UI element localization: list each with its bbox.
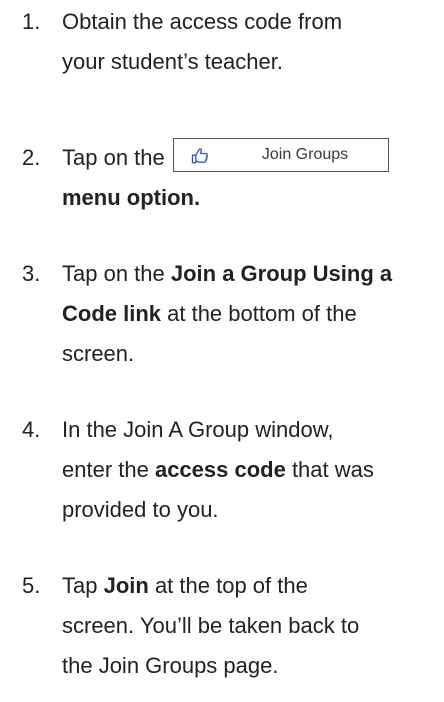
- step-text: In the Join A Group window, enter the ac…: [62, 410, 442, 530]
- step-text: Tap on the Join a Group Using a Code lin…: [62, 254, 442, 374]
- step-number: 2.: [22, 145, 41, 170]
- step-line: Obtain the access code from: [62, 9, 343, 34]
- step-text: Tap Join at the top of the screen. You’l…: [62, 566, 442, 686]
- step-bold-text: menu option.: [62, 185, 201, 210]
- step-text-span: that was: [285, 457, 374, 482]
- step-text: Obtain the access code from your student…: [62, 2, 442, 82]
- step-line: provided to you.: [62, 497, 219, 522]
- step-text-span: Tap: [62, 573, 104, 598]
- step-bold-text: Code link: [62, 301, 162, 326]
- step-line: your student’s teacher.: [62, 49, 283, 74]
- step-number: 5.: [22, 573, 41, 598]
- pointing-hand-icon: [191, 148, 208, 164]
- step-line: the Join Groups page.: [62, 653, 279, 678]
- step-line: In the Join A Group window,: [62, 417, 334, 442]
- step-line: Tap on the Join Groups: [62, 138, 442, 178]
- step-text: Tap on the Join Groups menu option.: [62, 138, 442, 218]
- step-text-span: at the bottom of the: [161, 301, 357, 326]
- step-line: menu option.: [62, 178, 442, 218]
- step-line: Tap on the Join a Group Using a: [62, 254, 442, 294]
- step-line: enter the access code that was: [62, 450, 442, 490]
- step-text-span: Tap on the: [62, 261, 171, 286]
- join-groups-menu-button[interactable]: Join Groups: [172, 138, 389, 172]
- step-line: Code link at the bottom of the: [62, 294, 442, 334]
- step-number: 4.: [22, 417, 41, 442]
- step-bold-text: Join: [103, 573, 149, 598]
- step-text-span: at the top of the: [148, 573, 308, 598]
- step-number: 1.: [22, 9, 41, 34]
- step-text-span: enter the: [62, 457, 155, 482]
- step-bold-text: Join a Group Using a: [170, 261, 393, 286]
- step-line: screen.: [62, 341, 135, 366]
- step-line: Tap Join at the top of the: [62, 566, 442, 606]
- step-text-span: Tap on the: [62, 145, 165, 170]
- step-number: 3.: [22, 261, 41, 286]
- join-groups-label: Join Groups: [261, 146, 349, 163]
- step-line: screen. You’ll be taken back to: [62, 613, 360, 638]
- step-bold-text: access code: [154, 457, 286, 482]
